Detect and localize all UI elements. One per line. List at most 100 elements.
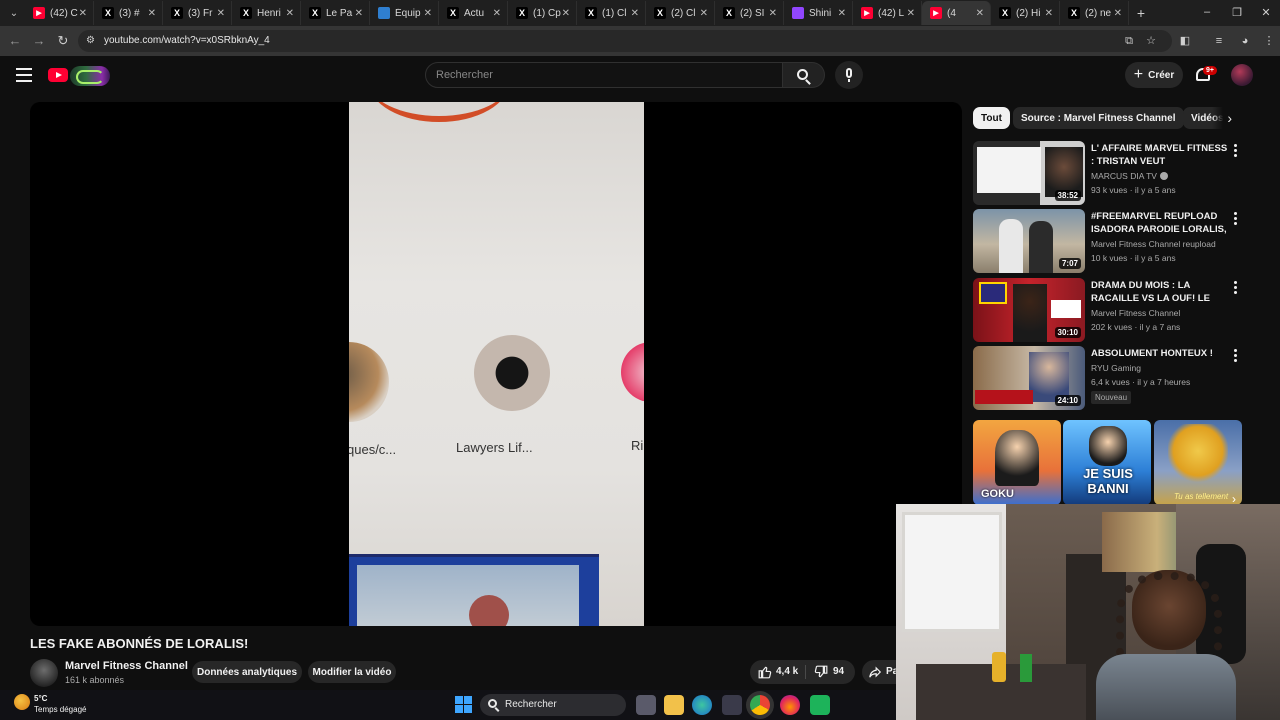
browser-tab[interactable]: X (3) Fr ✕ bbox=[163, 1, 232, 25]
browser-tab[interactable]: X Le Pa ✕ bbox=[301, 1, 370, 25]
search-button[interactable] bbox=[783, 62, 825, 88]
new-tab-plus-icon[interactable]: + bbox=[1129, 5, 1153, 21]
short-thumbnail[interactable]: JE SUIS BANNI bbox=[1063, 420, 1151, 505]
browser-menu-icon[interactable]: ⋮ bbox=[1260, 32, 1278, 50]
channel-name[interactable]: Marvel Fitness Channel reupload bbox=[1091, 239, 1216, 249]
browser-tab[interactable]: X Actu ✕ bbox=[439, 1, 508, 25]
back-arrow-icon[interactable]: ← bbox=[6, 32, 24, 50]
recommendation-item[interactable]: 38:52 L' AFFAIRE MARVEL FITNESS : TRISTA… bbox=[973, 141, 1243, 205]
channel-avatar[interactable] bbox=[30, 659, 58, 687]
firefox-icon[interactable] bbox=[780, 695, 800, 715]
thumbs-down-icon[interactable] bbox=[814, 665, 828, 679]
browser-tab[interactable]: X (2) ne ✕ bbox=[1060, 1, 1129, 25]
browser-tab[interactable]: Shini ✕ bbox=[784, 1, 853, 25]
video-thumbnail[interactable]: 7:07 bbox=[973, 209, 1085, 273]
channel-name[interactable]: Marvel Fitness Channel bbox=[1091, 308, 1180, 318]
account-avatar[interactable] bbox=[1231, 64, 1253, 86]
search-box[interactable] bbox=[425, 62, 783, 88]
address-bar[interactable]: ⚙ youtube.com/watch?v=x0SRbknAy_4 bbox=[78, 30, 1172, 52]
reload-icon[interactable]: ↻ bbox=[54, 32, 72, 50]
close-tab-icon[interactable]: ✕ bbox=[700, 8, 708, 19]
close-tab-icon[interactable]: ✕ bbox=[562, 8, 570, 19]
more-options-icon[interactable] bbox=[1234, 212, 1238, 226]
browser-tab[interactable]: X (2) Cl ✕ bbox=[646, 1, 715, 25]
close-tab-icon[interactable]: ✕ bbox=[148, 8, 156, 19]
youtube-logo[interactable] bbox=[48, 66, 110, 86]
forward-arrow-icon[interactable]: → bbox=[30, 32, 48, 50]
windows-start-icon[interactable] bbox=[455, 696, 472, 713]
extensions-icon[interactable]: ◧ bbox=[1176, 32, 1194, 50]
browser-tab[interactable]: X (1) Cp ✕ bbox=[508, 1, 577, 25]
close-tab-icon[interactable]: ✕ bbox=[976, 8, 984, 19]
chip-all[interactable]: Tout bbox=[973, 107, 1010, 129]
browser-tab[interactable]: X (1) Cl ✕ bbox=[577, 1, 646, 25]
messaging-app-icon[interactable] bbox=[810, 695, 830, 715]
video-player[interactable]: ques/c... Lawyers Lif... Ri bbox=[30, 102, 962, 626]
browser-tab[interactable]: X (2) SI ✕ bbox=[715, 1, 784, 25]
close-tab-icon[interactable]: ✕ bbox=[1045, 8, 1053, 19]
browser-tab[interactable]: X (3) # ✕ bbox=[94, 1, 163, 25]
short-thumbnail[interactable]: GOKU bbox=[973, 420, 1061, 505]
close-window-icon[interactable]: ✕ bbox=[1251, 0, 1280, 24]
video-thumbnail[interactable]: 24:10 bbox=[973, 346, 1085, 410]
browser-tab[interactable]: ▶ (4 ✕ bbox=[922, 1, 991, 25]
minimize-icon[interactable]: – bbox=[1192, 0, 1222, 24]
tab-list-chevron-icon[interactable]: ⌄ bbox=[3, 2, 25, 24]
channel-name[interactable]: MARCUS DIA TV bbox=[1091, 171, 1168, 181]
edge-icon[interactable] bbox=[692, 695, 712, 715]
maximize-icon[interactable]: ❐ bbox=[1222, 0, 1252, 24]
recommendation-item[interactable]: 24:10 ABSOLUMENT HONTEUX ! RYU Gaming 6,… bbox=[973, 346, 1243, 410]
close-tab-icon[interactable]: ✕ bbox=[424, 8, 432, 19]
close-tab-icon[interactable]: ✕ bbox=[79, 8, 87, 19]
share-button[interactable]: Pa bbox=[862, 660, 896, 684]
more-options-icon[interactable] bbox=[1234, 349, 1238, 363]
thumbs-up-icon[interactable] bbox=[758, 665, 772, 679]
store-icon[interactable] bbox=[722, 695, 742, 715]
browser-tab[interactable]: ▶ (42) C ✕ bbox=[25, 1, 94, 25]
media-controls-icon[interactable]: ≡ bbox=[1210, 32, 1228, 50]
channel-name[interactable]: RYU Gaming bbox=[1091, 363, 1141, 373]
edit-video-button[interactable]: Modifier la vidéo bbox=[308, 661, 396, 683]
video-thumbnail[interactable]: 38:52 bbox=[973, 141, 1085, 205]
hamburger-menu-icon[interactable] bbox=[16, 68, 32, 82]
close-tab-icon[interactable]: ✕ bbox=[769, 8, 777, 19]
channel-name[interactable]: Marvel Fitness Channel bbox=[65, 660, 188, 672]
browser-tab[interactable]: X (2) Hi ✕ bbox=[991, 1, 1060, 25]
recommendation-item[interactable]: 7:07 #FREEMARVEL REUPLOAD ISADORA PARODI… bbox=[973, 209, 1243, 273]
more-options-icon[interactable] bbox=[1234, 281, 1238, 295]
site-info-icon[interactable]: ⚙ bbox=[86, 35, 98, 47]
weather-condition[interactable]: Temps dégagé bbox=[34, 705, 86, 714]
close-tab-icon[interactable]: ✕ bbox=[1114, 8, 1122, 19]
install-app-icon[interactable]: ⧉ bbox=[1120, 32, 1138, 50]
close-tab-icon[interactable]: ✕ bbox=[907, 8, 915, 19]
file-explorer-icon[interactable] bbox=[664, 695, 684, 715]
close-tab-icon[interactable]: ✕ bbox=[286, 8, 294, 19]
recommendation-item[interactable]: 30:10 DRAMA DU MOIS : LA RACAILLE VS LA … bbox=[973, 278, 1243, 342]
video-title[interactable]: L' AFFAIRE MARVEL FITNESS : TRISTAN VEUT… bbox=[1091, 142, 1229, 169]
chip-source[interactable]: Source : Marvel Fitness Channel bbox=[1013, 107, 1184, 129]
close-tab-icon[interactable]: ✕ bbox=[355, 8, 363, 19]
close-tab-icon[interactable]: ✕ bbox=[217, 8, 225, 19]
video-title[interactable]: #FREEMARVEL REUPLOAD ISADORA PARODIE LOR… bbox=[1091, 210, 1229, 237]
bookmark-star-icon[interactable]: ☆ bbox=[1142, 32, 1160, 50]
taskbar-search[interactable]: Rechercher bbox=[480, 694, 626, 716]
close-tab-icon[interactable]: ✕ bbox=[838, 8, 846, 19]
video-title[interactable]: ABSOLUMENT HONTEUX ! bbox=[1091, 347, 1229, 360]
more-options-icon[interactable] bbox=[1234, 144, 1238, 158]
close-tab-icon[interactable]: ✕ bbox=[631, 8, 639, 19]
task-view-icon[interactable] bbox=[636, 695, 656, 715]
browser-tab[interactable]: X Henri ✕ bbox=[232, 1, 301, 25]
close-tab-icon[interactable]: ✕ bbox=[493, 8, 501, 19]
browser-tab[interactable]: Équip ✕ bbox=[370, 1, 439, 25]
browser-tab[interactable]: ▶ (42) L ✕ bbox=[853, 1, 922, 25]
voice-search-button[interactable] bbox=[835, 61, 863, 89]
video-title[interactable]: DRAMA DU MOIS : LA RACAILLE VS LA OUF! L… bbox=[1091, 279, 1229, 306]
analytics-button[interactable]: Données analytiques bbox=[192, 661, 302, 683]
chrome-icon[interactable] bbox=[750, 695, 770, 715]
video-thumbnail[interactable]: 30:10 bbox=[973, 278, 1085, 342]
weather-sun-icon[interactable] bbox=[14, 694, 30, 710]
weather-temperature[interactable]: 5°C bbox=[34, 694, 47, 703]
search-input[interactable] bbox=[426, 63, 782, 87]
short-thumbnail[interactable]: Tu as tellement bbox=[1154, 420, 1242, 505]
profile-avatar-icon[interactable]: ◕ bbox=[1236, 32, 1254, 50]
